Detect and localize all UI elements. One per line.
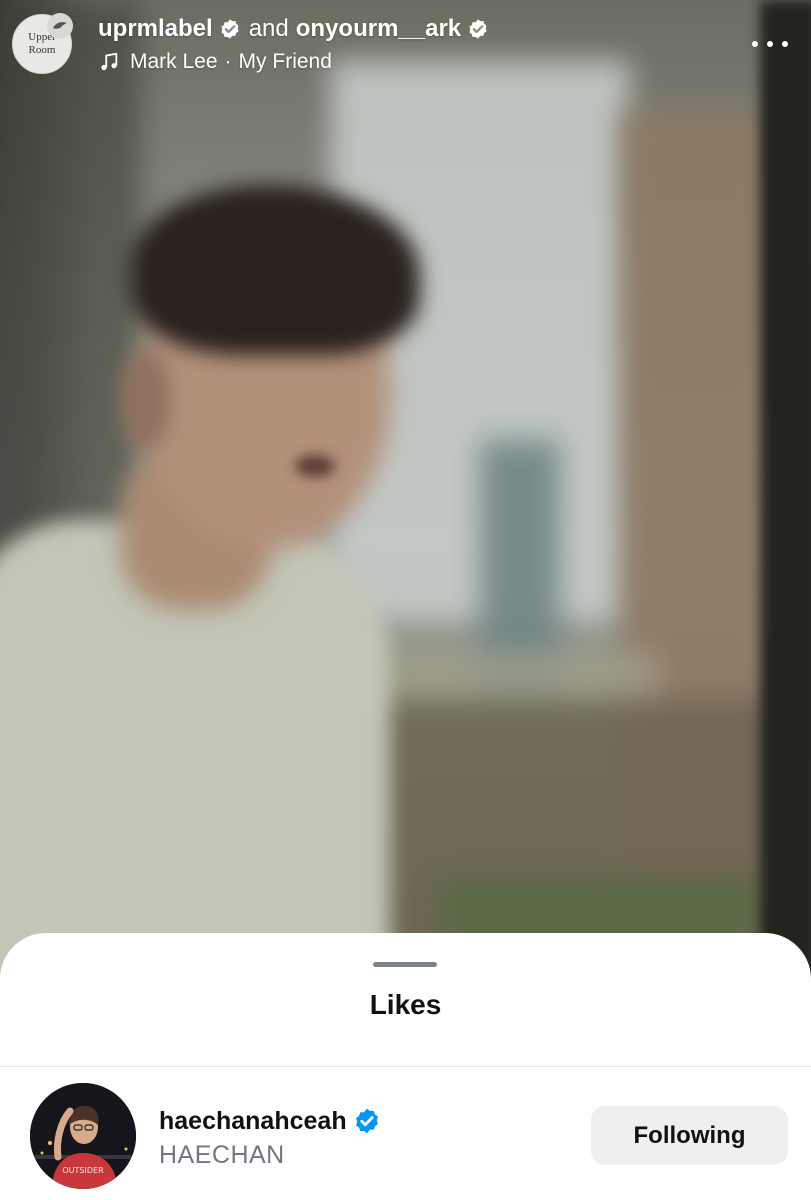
username-line: haechanahceah — [159, 1105, 381, 1137]
more-horizontal-icon — [752, 41, 758, 47]
username[interactable]: haechanahceah — [159, 1107, 347, 1136]
music-song: My Friend — [238, 50, 332, 73]
author-username-1[interactable]: uprmlabel — [98, 15, 213, 43]
full-name: HAECHAN — [159, 1141, 285, 1169]
post-header: Upper Room uprmlabel and onyourm__ark Ma… — [0, 0, 811, 95]
person-ear — [120, 350, 170, 450]
sheet-grabber-handle[interactable] — [373, 962, 437, 967]
likes-sheet: Likes OUTSIDER haechanahceah HAECHAN Fol… — [0, 933, 811, 1200]
sheet-title: Likes — [369, 989, 442, 1020]
bird-icon — [47, 13, 73, 39]
person-mouth — [295, 455, 335, 477]
author-username-2[interactable]: onyourm__ark — [296, 15, 461, 43]
music-note-icon — [101, 52, 118, 71]
author-avatar[interactable]: Upper Room — [12, 13, 73, 74]
svg-text:OUTSIDER: OUTSIDER — [62, 1166, 104, 1175]
music-separator: · — [224, 50, 232, 73]
music-attribution[interactable]: Mark Lee · My Friend — [98, 48, 332, 76]
avatar-text-line2: Room — [28, 44, 56, 56]
music-artist: Mark Lee — [130, 50, 218, 73]
avatar[interactable]: OUTSIDER — [30, 1083, 136, 1189]
list-item[interactable]: OUTSIDER haechanahceah HAECHAN Following — [0, 1067, 811, 1200]
verified-badge-icon — [469, 19, 487, 39]
authors-connector: and — [248, 15, 289, 42]
profile-photo: OUTSIDER — [30, 1083, 136, 1189]
verified-badge-icon — [221, 19, 239, 39]
verified-badge-icon — [355, 1108, 378, 1134]
authors-line: uprmlabel and onyourm__ark — [98, 14, 489, 44]
following-button[interactable]: Following — [591, 1106, 788, 1165]
background-plants — [440, 880, 760, 940]
more-options-button[interactable] — [752, 30, 788, 58]
